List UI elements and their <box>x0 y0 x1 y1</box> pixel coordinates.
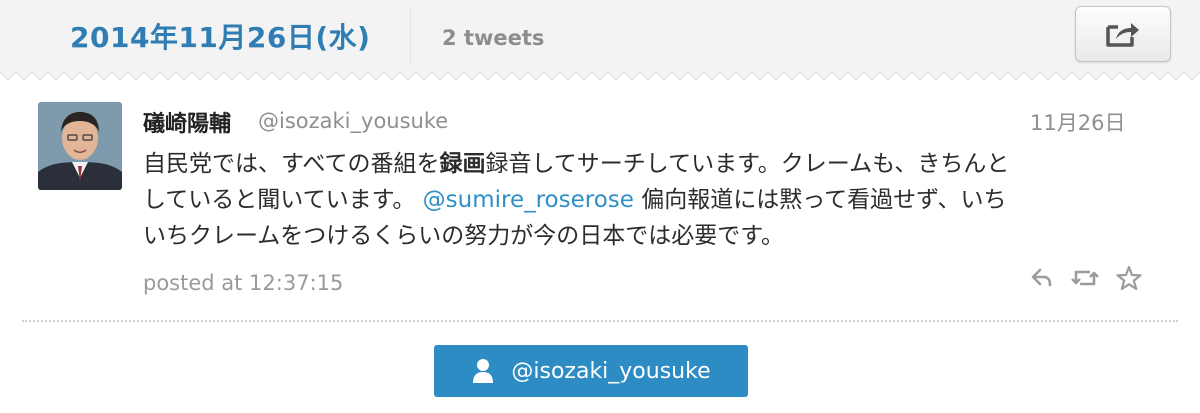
header-divider <box>410 8 411 62</box>
author-handle[interactable]: @isozaki_yousuke <box>258 109 448 133</box>
avatar-image <box>38 102 122 190</box>
tweet-text: 自民党では、すべての番組を <box>143 151 440 177</box>
retweet-icon[interactable] <box>1070 267 1100 293</box>
dotted-divider <box>22 320 1178 322</box>
tweet-line-3: いちクレームをつけるくらいの努力が今の日本では必要です。 <box>143 223 785 249</box>
share-icon <box>1106 23 1139 47</box>
avatar[interactable] <box>38 102 122 190</box>
tweet-line-2: していると聞いています。 @sumire_roserose 偏向報道には黙って看… <box>143 182 1143 218</box>
tweet-bold-text: 録画 <box>439 151 486 177</box>
user-icon <box>471 358 495 384</box>
page-header: 2014年11月26日(水) 2 tweets <box>0 0 1200 72</box>
tweet-body: 自民党では、すべての番組を録画録音してサーチしています。クレームも、きちんと し… <box>143 146 1143 254</box>
tweet-actions <box>1030 265 1142 295</box>
page-date-title: 2014年11月26日(水) <box>70 21 371 54</box>
tweet-text: 偏向報道には黙って看過せず、いち <box>633 187 1007 213</box>
tweet-date-link[interactable]: 11月26日 <box>1030 107 1125 137</box>
posted-timestamp[interactable]: posted at 12:37:15 <box>143 271 343 295</box>
tweet-text: していると聞いています。 <box>143 187 423 213</box>
favorite-icon[interactable] <box>1116 265 1142 295</box>
share-button[interactable] <box>1075 6 1171 62</box>
follow-user-button[interactable]: @isozaki_yousuke <box>434 345 748 397</box>
header-zigzag-edge <box>0 66 1200 90</box>
tweet-count: 2 tweets <box>442 26 545 50</box>
tweet-text: 録音してサーチしています。クレームも、きちんと <box>485 151 1010 177</box>
tweet-line-1: 自民党では、すべての番組を録画録音してサーチしています。クレームも、きちんと <box>143 146 1143 182</box>
reply-icon[interactable] <box>1030 267 1054 293</box>
author-name[interactable]: 礒崎陽輔 <box>143 106 231 138</box>
mention-link[interactable]: @sumire_roserose <box>423 187 634 213</box>
follow-button-label: @isozaki_yousuke <box>511 358 711 384</box>
